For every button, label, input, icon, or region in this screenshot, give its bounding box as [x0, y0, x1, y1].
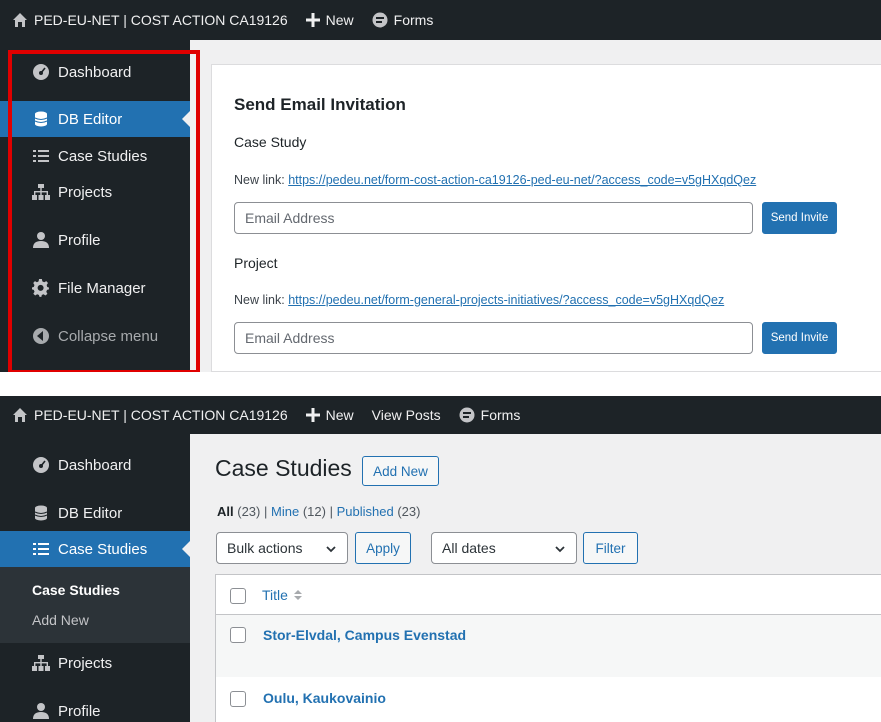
view-posts-link[interactable]: View Posts [372, 407, 441, 423]
filter-published-count: (23) [397, 504, 421, 519]
admin-bar: PED-EU-NET | COST ACTION CA19126 New For… [0, 0, 881, 40]
new-label: New [325, 407, 354, 423]
forms-icon [459, 407, 475, 423]
screenshot-send-invitation: PED-EU-NET | COST ACTION CA19126 New For… [0, 0, 881, 372]
forms-label: Forms [393, 12, 434, 28]
row-title-link[interactable]: Stor-Elvdal, Campus Evenstad [263, 627, 466, 643]
filter-all-count: (23) [237, 504, 261, 519]
case-study-link-line: New link: https://pedeu.net/form-cost-ac… [234, 173, 756, 187]
sidebar-item-dashboard[interactable]: Dashboard [0, 447, 190, 483]
screenshot-case-studies: PED-EU-NET | COST ACTION CA19126 New Vie… [0, 396, 881, 722]
table-row: Oulu, Kaukovainio [216, 677, 881, 722]
case-study-label: Case Study [234, 134, 307, 150]
forms-icon [372, 12, 388, 28]
invitation-card: Send Email Invitation Case Study New lin… [211, 64, 881, 372]
sort-icon [293, 590, 302, 600]
project-email-input[interactable] [234, 322, 753, 354]
bulk-actions-select[interactable]: Bulk actions [216, 532, 348, 564]
filter-separator: | [329, 504, 333, 519]
filter-mine-count: (12) [302, 504, 326, 519]
forms-label: Forms [480, 407, 521, 423]
row-checkbox[interactable] [230, 627, 246, 643]
case-study-email-input[interactable] [234, 202, 753, 234]
sidebar-label-dashboard: Dashboard [58, 456, 132, 474]
select-all-checkbox[interactable] [230, 588, 246, 604]
project-link-line: New link: https://pedeu.net/form-general… [234, 293, 724, 307]
filter-separator: | [264, 504, 268, 519]
home-icon [13, 408, 27, 422]
row-title-link[interactable]: Oulu, Kaukovainio [263, 690, 386, 706]
site-name: PED-EU-NET | COST ACTION CA19126 [34, 407, 288, 423]
status-filter-links: All (23) | Mine (12) | Published (23) [217, 504, 420, 519]
site-name: PED-EU-NET | COST ACTION CA19126 [34, 12, 288, 28]
forms-menu[interactable]: Forms [459, 407, 521, 423]
list-icon [33, 543, 49, 555]
new-menu[interactable]: New [305, 407, 354, 423]
case-study-send-invite-button[interactable]: Send Invite [762, 202, 837, 234]
filter-all[interactable]: All [217, 504, 234, 519]
user-icon [33, 703, 49, 719]
add-new-button[interactable]: Add New [362, 456, 439, 486]
case-study-link-prefix: New link: [234, 173, 285, 187]
chevron-down-icon [555, 546, 565, 553]
project-send-invite-button[interactable]: Send Invite [762, 322, 837, 354]
date-filter-select[interactable]: All dates [431, 532, 577, 564]
site-home-link[interactable]: PED-EU-NET | COST ACTION CA19126 [12, 12, 288, 28]
project-link-prefix: New link: [234, 293, 285, 307]
sidebar-label-projects: Projects [58, 654, 113, 672]
admin-sidebar: Dashboard DB Editor Case Studies Case St… [0, 434, 190, 722]
filter-button[interactable]: Filter [583, 532, 638, 564]
card-title: Send Email Invitation [234, 95, 406, 114]
case-studies-submenu: Case Studies Add New [0, 567, 190, 643]
plus-icon [305, 408, 320, 422]
new-menu[interactable]: New [305, 12, 354, 28]
sidebar-item-profile[interactable]: Profile [0, 693, 190, 722]
sidebar-label-db-editor: DB Editor [58, 504, 123, 522]
forms-menu[interactable]: Forms [372, 12, 434, 28]
dashboard-icon [33, 457, 49, 473]
chevron-down-icon [326, 546, 336, 553]
database-icon [34, 505, 48, 521]
admin-bar: PED-EU-NET | COST ACTION CA19126 New Vie… [0, 396, 881, 434]
title-column-header[interactable]: Title [262, 587, 303, 603]
sitemap-icon [32, 655, 50, 671]
table-header: Title [216, 575, 881, 615]
project-label: Project [234, 255, 278, 271]
filter-published[interactable]: Published [337, 504, 394, 519]
sidebar-label-profile: Profile [58, 702, 101, 720]
submenu-item-case-studies[interactable]: Case Studies [32, 582, 120, 598]
sidebar-item-db-editor[interactable]: DB Editor [0, 495, 190, 531]
sidebar-label-case-studies: Case Studies [58, 540, 148, 558]
filter-mine[interactable]: Mine [271, 504, 299, 519]
posts-table: Title Stor-Elvdal, Campus Evenstad Oulu,… [215, 574, 881, 722]
home-icon [13, 13, 27, 27]
submenu-item-add-new[interactable]: Add New [32, 612, 89, 628]
project-link[interactable]: https://pedeu.net/form-general-projects-… [288, 293, 724, 307]
view-posts-label: View Posts [371, 407, 441, 423]
title-column-label: Title [262, 587, 288, 603]
site-home-link[interactable]: PED-EU-NET | COST ACTION CA19126 [12, 407, 288, 423]
sidebar-item-case-studies[interactable]: Case Studies [0, 531, 190, 567]
bulk-actions-value: Bulk actions [227, 540, 303, 556]
row-checkbox[interactable] [230, 691, 246, 707]
date-filter-value: All dates [442, 540, 496, 556]
sidebar-highlight-box [8, 50, 200, 372]
page-title: Case Studies [215, 455, 352, 481]
sidebar-item-projects[interactable]: Projects [0, 645, 190, 681]
case-study-link[interactable]: https://pedeu.net/form-cost-action-ca191… [288, 173, 756, 187]
new-label: New [325, 12, 354, 28]
apply-button[interactable]: Apply [355, 532, 411, 564]
table-row: Stor-Elvdal, Campus Evenstad [216, 615, 881, 677]
plus-icon [305, 13, 320, 27]
